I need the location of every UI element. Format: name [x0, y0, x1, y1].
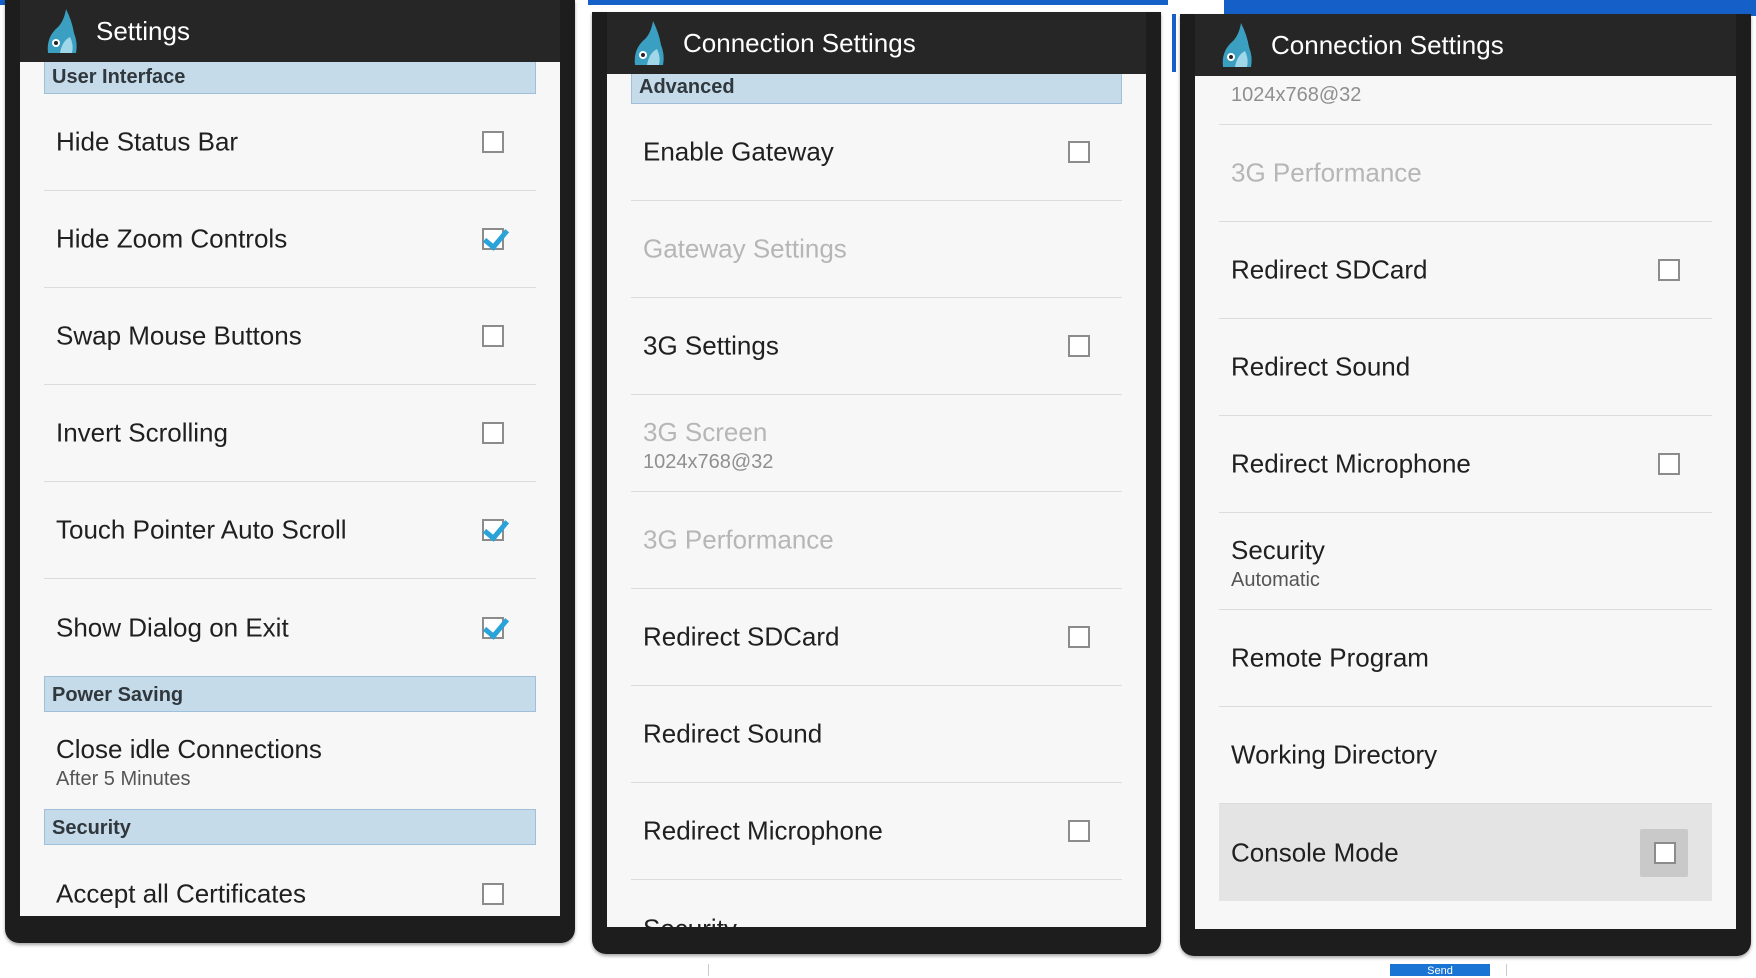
pref-title: Hide Zoom Controls — [56, 223, 288, 254]
pref-title: Working Directory — [1231, 739, 1438, 770]
connection-settings-screen: Connection Settings Advanced Enable Gatew… — [592, 12, 1161, 954]
pref-hide-status-bar[interactable]: Hide Status Bar — [44, 94, 536, 191]
preference-list: User Interface Hide Status Bar Hide Zoom C… — [20, 58, 560, 916]
pref-title: Redirect Microphone — [643, 815, 883, 846]
pref-title: Security — [1231, 535, 1325, 565]
pref-summary: Automatic — [1231, 569, 1320, 591]
pref-title: Hide Status Bar — [56, 126, 239, 157]
pref-3g-settings[interactable]: 3G Settings — [631, 298, 1122, 395]
preference-list: Advanced Enable Gateway Gateway Settings 3G… — [607, 68, 1146, 927]
checkbox[interactable] — [482, 882, 504, 905]
checkbox[interactable] — [1654, 841, 1676, 864]
category-header-user-interface: User Interface — [44, 58, 536, 94]
pref-redirect-microphone[interactable]: Redirect Microphone — [631, 783, 1122, 880]
pref-3g-screen: 3G Screen 1024x768@32 — [631, 395, 1122, 492]
divider — [1506, 964, 1507, 976]
category-header-power-saving: Power Saving — [44, 676, 536, 712]
pref-console-mode[interactable]: Console Mode — [1219, 804, 1712, 901]
pref-title: Console Mode — [1231, 837, 1399, 867]
action-bar-title: Settings — [96, 15, 190, 46]
freerdp-app-icon — [634, 21, 664, 65]
action-bar-title: Connection Settings — [1271, 29, 1504, 60]
checkbox[interactable] — [1068, 626, 1090, 648]
pref-title: Invert Scrolling — [56, 417, 228, 448]
pref-invert-scrolling[interactable]: Invert Scrolling — [44, 385, 536, 482]
pref-title: Enable Gateway — [643, 136, 834, 167]
pref-close-idle-connections[interactable]: Close idle Connections After 5 Minutes — [44, 712, 536, 809]
pref-redirect-sound[interactable]: Redirect Sound — [631, 686, 1122, 783]
send-button-label: Send — [1427, 965, 1453, 977]
top-accent-stripe — [588, 0, 1168, 5]
freerdp-app-icon — [47, 9, 77, 53]
pref-accept-all-certificates[interactable]: Accept all Certificates — [44, 845, 536, 916]
pref-title: Gateway Settings — [643, 233, 847, 264]
pref-gateway-settings: Gateway Settings — [631, 201, 1122, 298]
pref-show-dialog-on-exit[interactable]: Show Dialog on Exit — [44, 579, 536, 676]
top-accent-stripe — [1172, 14, 1176, 72]
checkbox[interactable] — [482, 325, 504, 347]
pref-title: Redirect SDCard — [643, 621, 840, 652]
action-bar: Settings — [20, 0, 560, 62]
pref-security[interactable]: Security — [631, 880, 1122, 927]
checkbox[interactable] — [1068, 820, 1090, 842]
pref-summary: 1024x768@32 — [1231, 84, 1362, 106]
checkbox[interactable] — [482, 422, 504, 444]
preference-list: 3G Screen1024x768@323G PerformanceRedire… — [1195, 28, 1736, 901]
checkbox-checked[interactable] — [482, 616, 504, 639]
checkbox[interactable] — [1068, 141, 1090, 163]
pref-remote-program[interactable]: Remote Program — [1219, 610, 1712, 707]
pref-3g-performance: 3G Performance — [631, 492, 1122, 589]
pref-title: Swap Mouse Buttons — [56, 320, 302, 351]
pref-title: Redirect Sound — [1231, 351, 1411, 382]
pref-3g-performance: 3G Performance — [1219, 125, 1712, 222]
pref-title: Touch Pointer Auto Scroll — [56, 514, 347, 545]
pref-title: 3G Performance — [643, 524, 834, 555]
pref-swap-mouse-buttons[interactable]: Swap Mouse Buttons — [44, 288, 536, 385]
action-bar: Connection Settings — [1195, 14, 1736, 76]
pref-redirect-sdcard[interactable]: Redirect SDCard — [631, 589, 1122, 686]
pref-redirect-microphone[interactable]: Redirect Microphone — [1219, 416, 1712, 513]
pref-summary: After 5 Minutes — [56, 768, 191, 790]
pref-enable-gateway[interactable]: Enable Gateway — [631, 104, 1122, 201]
action-bar-title: Connection Settings — [683, 27, 916, 58]
pref-title: Show Dialog on Exit — [56, 612, 289, 642]
pref-title: Redirect SDCard — [1231, 254, 1428, 285]
pref-security[interactable]: Security Automatic — [1219, 513, 1712, 610]
settings-screen: Settings User Interface Hide Status Bar Hi… — [5, 0, 575, 943]
send-button[interactable]: Send — [1390, 964, 1490, 977]
pref-title: Redirect Microphone — [1231, 448, 1471, 479]
pref-title: Security — [643, 913, 737, 927]
freerdp-app-icon — [1222, 23, 1252, 67]
pref-hide-zoom-controls[interactable]: Hide Zoom Controls — [44, 191, 536, 288]
pref-title: Close idle Connections — [56, 734, 322, 764]
pref-title: Redirect Sound — [643, 718, 823, 749]
category-header-security: Security — [44, 809, 536, 845]
checkbox-checked[interactable] — [482, 228, 504, 250]
pref-title: Remote Program — [1231, 642, 1429, 673]
checkbox[interactable] — [1068, 335, 1090, 357]
pref-title: 3G Screen — [643, 417, 768, 447]
connection-settings-screen-scrolled: Connection Settings 3G Screen1024x768@32… — [1180, 14, 1751, 956]
checkbox-pressed-highlight[interactable] — [1640, 828, 1688, 877]
pref-title: 3G Settings — [643, 330, 779, 361]
pref-redirect-sdcard[interactable]: Redirect SDCard — [1219, 222, 1712, 319]
checkbox-checked[interactable] — [482, 519, 504, 541]
pref-title: Accept all Certificates — [56, 878, 306, 908]
action-bar: Connection Settings — [607, 12, 1146, 74]
checkbox[interactable] — [1658, 453, 1680, 475]
pref-touch-pointer-auto-scroll[interactable]: Touch Pointer Auto Scroll — [44, 482, 536, 579]
checkbox[interactable] — [1658, 259, 1680, 281]
pref-title: 3G Performance — [1231, 157, 1422, 188]
pref-summary: 1024x768@32 — [643, 451, 774, 473]
divider — [708, 964, 709, 976]
checkbox[interactable] — [482, 131, 504, 153]
pref-working-directory[interactable]: Working Directory — [1219, 707, 1712, 804]
pref-redirect-sound[interactable]: Redirect Sound — [1219, 319, 1712, 416]
